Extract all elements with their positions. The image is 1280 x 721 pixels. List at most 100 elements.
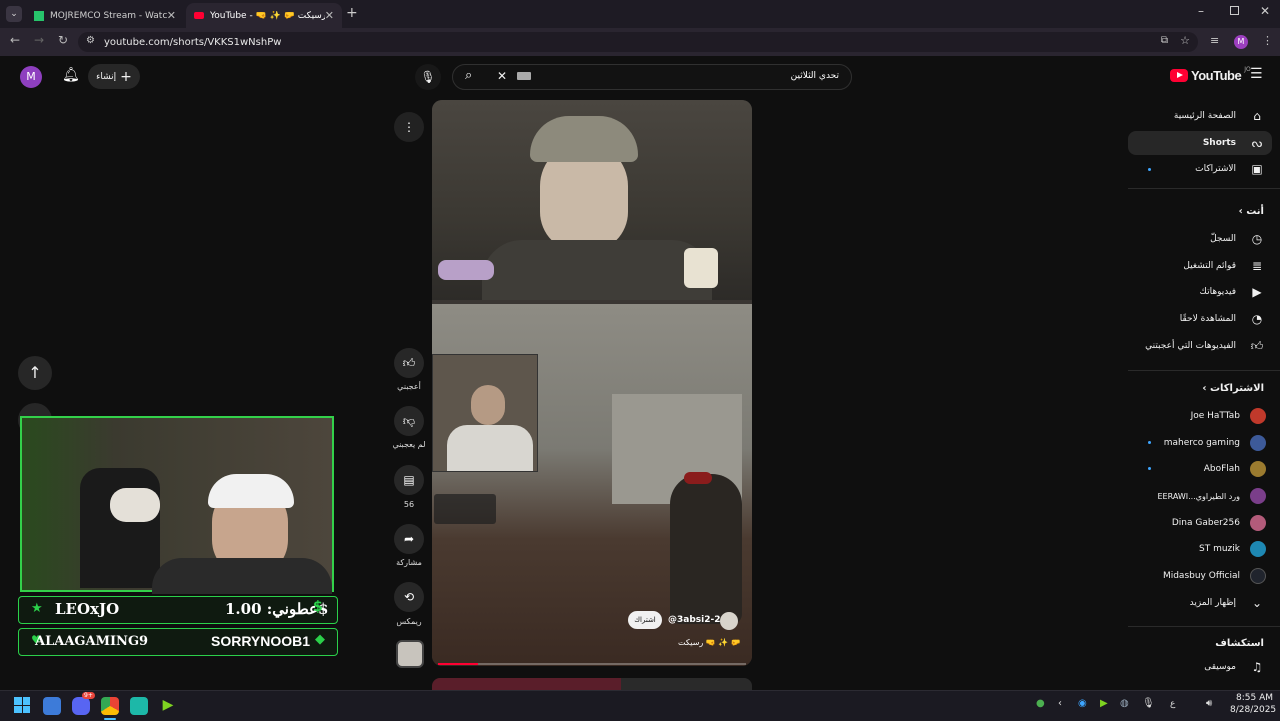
facecam-inset bbox=[432, 354, 538, 472]
sidebar-item-music[interactable]: موسيقى ♫ bbox=[1136, 655, 1280, 679]
sidebar-item-watch-later[interactable]: المشاهدة لاحقًا ◔ bbox=[1136, 307, 1280, 331]
tab-youtube[interactable]: YouTube - 🤜 ✨ 🤛 رسيكت 🔊 ✕ bbox=[186, 3, 342, 28]
divider bbox=[1128, 188, 1280, 189]
you-section-title[interactable]: ‹ أنت bbox=[1239, 206, 1264, 217]
close-window-icon[interactable]: ✕ bbox=[1260, 4, 1270, 18]
remix-icon: ⟲ bbox=[403, 590, 415, 604]
remix-button[interactable]: ⟲ bbox=[394, 582, 424, 612]
tray-app-icon[interactable]: ● bbox=[1036, 698, 1045, 709]
browser-menu-icon[interactable]: ⋮ bbox=[1262, 34, 1273, 47]
stream-overlay-pip[interactable]: ★ LEOxJO عطوني: 1.00$ $ ♥ ALAAGAMING9 SO… bbox=[16, 412, 338, 658]
close-tab-icon[interactable]: ✕ bbox=[325, 9, 334, 22]
like-button[interactable]: 👍︎ bbox=[394, 348, 424, 378]
clear-search-icon[interactable]: ✕ bbox=[497, 69, 507, 83]
donor-name-3: SORRYNOOB1 bbox=[211, 633, 311, 649]
sidebar-item-home[interactable]: الصفحة الرئيسية ⌂ bbox=[1136, 104, 1280, 128]
sidebar-item-liked[interactable]: الفيديوهات التي أعجبتني 👍︎ bbox=[1136, 334, 1280, 358]
tab-title: MOJREMCO Stream - Watch Li... bbox=[50, 10, 167, 21]
share-button[interactable]: ➦ bbox=[394, 524, 424, 554]
voice-search-button[interactable]: 🎙︎ bbox=[415, 64, 441, 90]
language-indicator[interactable]: ع bbox=[1170, 699, 1175, 709]
more-options-button[interactable]: ⋮ bbox=[394, 112, 424, 142]
volume-icon[interactable]: 🔊︎ bbox=[1206, 698, 1212, 709]
sidebar-item-your-videos[interactable]: فيديوهاتك ▶ bbox=[1136, 280, 1280, 304]
sidebar-sub-dina[interactable]: Dina Gaber256 bbox=[1136, 511, 1280, 535]
channel-avatar[interactable] bbox=[720, 612, 738, 630]
streamer-uniform bbox=[482, 240, 712, 300]
sub-label: EERAWI...ورد الطيراوي bbox=[1157, 491, 1240, 501]
comments-count: 56 bbox=[403, 500, 415, 509]
tray-play-icon[interactable]: ▶ bbox=[1100, 698, 1108, 709]
show-more-label: إظهار المزيد bbox=[1189, 598, 1236, 608]
streaming-app-icon[interactable]: ▶ bbox=[159, 697, 177, 715]
keyboard-icon[interactable] bbox=[517, 72, 531, 80]
guide-menu-icon[interactable]: ☰ bbox=[1250, 66, 1263, 82]
minimize-icon[interactable]: – bbox=[1198, 4, 1204, 18]
like-label: أعجبني bbox=[397, 382, 421, 391]
new-tab-button[interactable]: + bbox=[346, 5, 358, 21]
sidebar-item-playlists[interactable]: قوائم التشغيل ≣ bbox=[1136, 254, 1280, 278]
clock-date[interactable]: 8/28/2025 bbox=[1230, 705, 1276, 715]
file-explorer-icon[interactable] bbox=[43, 697, 61, 715]
chevron-left-icon: ‹ bbox=[1202, 383, 1207, 394]
bookmark-star-icon[interactable]: ☆ bbox=[1180, 34, 1190, 47]
shorts-video-player[interactable]: @3absi2-2 اشتراك رسيكت 🤜 ✨ 🤛 bbox=[432, 100, 752, 666]
divider bbox=[1128, 626, 1280, 627]
tab-mojremco[interactable]: MOJREMCO Stream - Watch Li... ✕ bbox=[26, 3, 184, 28]
discord-icon[interactable] bbox=[72, 697, 90, 715]
sub-label: AboFlah bbox=[1203, 464, 1240, 474]
new-content-dot bbox=[1148, 441, 1151, 444]
keffiyeh-person bbox=[110, 488, 160, 522]
chrome-icon[interactable] bbox=[101, 697, 119, 715]
tray-mic-icon[interactable]: 🎙︎ bbox=[1142, 698, 1155, 709]
channel-name[interactable]: @3absi2-2 bbox=[668, 615, 720, 625]
site-info-icon[interactable]: ⚙ bbox=[86, 35, 95, 46]
white-cap bbox=[208, 474, 294, 508]
back-icon[interactable]: ← bbox=[10, 33, 20, 47]
start-windows-icon[interactable] bbox=[14, 697, 30, 713]
tray-steam-icon[interactable]: ◍ bbox=[1120, 698, 1129, 709]
reload-icon[interactable]: ↻ bbox=[58, 33, 68, 47]
notifications-bell-icon[interactable]: 🔔︎ bbox=[62, 67, 80, 83]
sidebar-item-subscriptions[interactable]: الاشتراكات ▣ bbox=[1136, 157, 1280, 181]
scroll-up-button[interactable]: ↑ bbox=[18, 356, 52, 390]
comments-button[interactable]: ▤ bbox=[394, 465, 424, 495]
sidebar-sub-joe-hattab[interactable]: Joe HaTTab bbox=[1136, 404, 1280, 428]
create-button[interactable]: إنشاء + bbox=[88, 64, 140, 89]
show-more-button[interactable]: إظهار المزيد ⌄ bbox=[1136, 591, 1280, 615]
sidebar-sub-maherco[interactable]: maherco gaming bbox=[1136, 431, 1280, 455]
sidebar-sub-aboflah[interactable]: AboFlah bbox=[1136, 457, 1280, 481]
sidebar-sub-midasbuy[interactable]: Midasbuy Official bbox=[1136, 564, 1280, 588]
restore-icon[interactable] bbox=[1230, 6, 1239, 15]
tray-app-icon[interactable]: ◉ bbox=[1078, 698, 1087, 709]
tray-chevron-icon[interactable]: ‹ bbox=[1058, 698, 1062, 709]
url-bar[interactable]: ⚙ youtube.com/shorts/VKKS1wNshPw ⧉ ☆ bbox=[78, 32, 1198, 52]
account-avatar[interactable]: M bbox=[20, 66, 42, 88]
next-short-preview[interactable] bbox=[432, 678, 752, 690]
subscriptions-section-title[interactable]: ‹ الاشتراكات bbox=[1202, 383, 1264, 394]
sub-label: maherco gaming bbox=[1163, 438, 1240, 448]
youtube-logo[interactable]: YouTube JO bbox=[1170, 66, 1251, 83]
forward-icon[interactable]: → bbox=[34, 33, 44, 47]
close-tab-icon[interactable]: ✕ bbox=[167, 9, 176, 22]
profile-avatar[interactable]: M bbox=[1234, 35, 1248, 49]
media-control-icon[interactable]: ≡ bbox=[1210, 34, 1219, 47]
clock-time[interactable]: 8:55 AM bbox=[1236, 693, 1273, 703]
subscribe-button[interactable]: اشتراك bbox=[628, 611, 662, 629]
explore-section-title: استكشاف bbox=[1215, 638, 1264, 649]
chevron-down-icon: ⌄ bbox=[1251, 596, 1263, 610]
dislike-button[interactable]: 👎︎ bbox=[394, 406, 424, 436]
sidebar-sub-eerawi[interactable]: EERAWI...ورد الطيراوي bbox=[1136, 484, 1280, 508]
channel-avatar bbox=[1250, 435, 1266, 451]
search-input[interactable]: تحدي الثلاثين bbox=[791, 71, 839, 81]
sound-avatar[interactable] bbox=[396, 640, 424, 668]
app-icon[interactable] bbox=[130, 697, 148, 715]
sidebar-item-shorts[interactable]: Shorts ᔓ bbox=[1128, 131, 1272, 155]
sidebar-item-history[interactable]: السجلّ ◷ bbox=[1136, 227, 1280, 251]
sub-label: ST muzik bbox=[1199, 544, 1240, 554]
search-icon[interactable]: ⌕ bbox=[465, 68, 472, 83]
install-app-icon[interactable]: ⧉ bbox=[1161, 35, 1168, 46]
progress-track[interactable] bbox=[438, 663, 746, 665]
tab-list-button[interactable]: ⌄ bbox=[6, 6, 22, 22]
sidebar-sub-st-muzik[interactable]: ST muzik bbox=[1136, 537, 1280, 561]
